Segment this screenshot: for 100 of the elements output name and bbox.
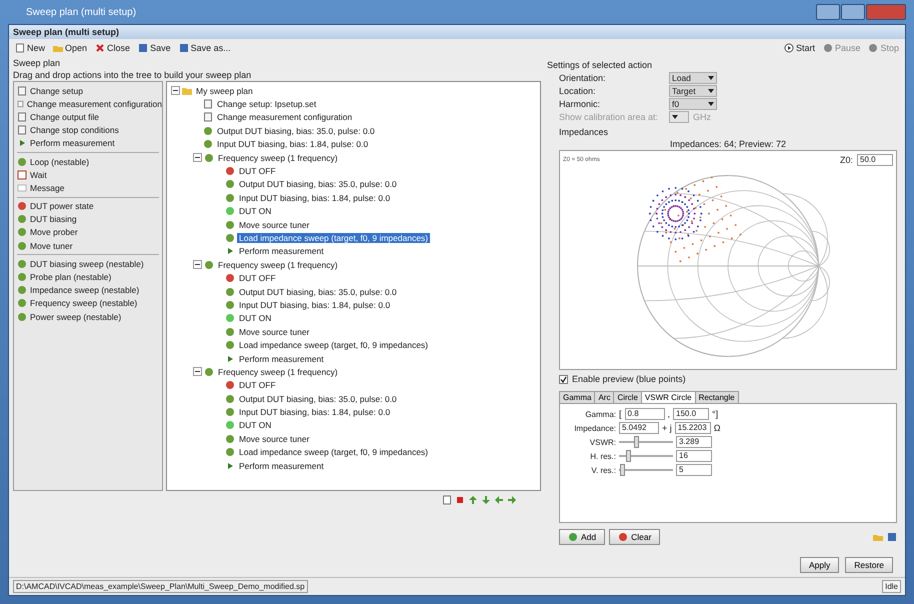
tab[interactable]: Rectangle — [694, 391, 739, 404]
unit-label: Ω — [714, 422, 720, 434]
z0-label: Z0: — [840, 154, 853, 166]
tree-item[interactable]: DUT OFF — [237, 273, 278, 284]
palette-item[interactable]: Impedance sweep (nestable) — [30, 285, 140, 296]
tree-item[interactable]: Perform measurement — [237, 460, 326, 471]
tree-item[interactable]: Move source tuner — [237, 434, 312, 444]
maximize-button[interactable] — [841, 4, 865, 20]
slider-thumb[interactable] — [626, 450, 632, 462]
dialog-button[interactable]: Apply — [800, 557, 840, 573]
slider-thumb[interactable] — [634, 436, 639, 448]
tree-item[interactable]: DUT ON — [237, 420, 274, 430]
tree-item[interactable]: Input DUT biasing, bias: 1.84, pulse: 0.0 — [215, 139, 370, 150]
tab[interactable]: VSWR Circle — [640, 391, 696, 404]
palette-item[interactable]: Perform measurement — [30, 138, 115, 148]
dialog-button[interactable]: Restore — [845, 557, 893, 573]
palette-item[interactable]: Loop (nestable) — [30, 156, 90, 167]
caret-icon — [708, 102, 714, 106]
tree-item[interactable]: DUT OFF — [237, 380, 278, 390]
toolbar-button[interactable]: Close — [93, 43, 132, 53]
tree-item[interactable]: Input DUT biasing, bias: 1.84, pulse: 0.0 — [237, 407, 392, 418]
page-icon — [442, 495, 452, 505]
tree-item[interactable]: Output DUT biasing, bias: 35.0, pulse: 0.0 — [237, 179, 399, 190]
palette-item[interactable]: Change measurement configuration — [26, 98, 162, 109]
palette-item[interactable]: DUT biasing sweep (nestable) — [30, 258, 144, 269]
collapse-icon[interactable] — [193, 260, 202, 270]
tree-item[interactable]: Input DUT biasing, bias: 1.84, pulse: 0.0 — [237, 300, 392, 310]
palette-item[interactable]: Wait — [30, 170, 47, 180]
play-icon — [225, 460, 235, 471]
toolbar-button[interactable]: Save — [136, 43, 173, 53]
play-icon — [784, 43, 794, 53]
value-field[interactable]: 3.289 — [676, 436, 712, 448]
angle-field[interactable]: 150.0 — [673, 408, 710, 420]
tree-item[interactable]: Input DUT biasing, bias: 1.84, pulse: 0.0 — [237, 192, 392, 203]
tree-item[interactable]: Load impedance sweep (target, f0, 9 impedances) — [237, 340, 430, 350]
tree-item[interactable]: Output DUT biasing, bias: 35.0, pulse: 0.0 — [237, 286, 399, 297]
field-label: Gamma: — [584, 410, 616, 418]
palette-item[interactable]: Move tuner — [30, 240, 73, 251]
tree-item[interactable]: DUT ON — [237, 313, 274, 324]
tree-item[interactable]: Output DUT biasing, bias: 35.0, pulse: 0.0 — [215, 126, 377, 136]
tree-item[interactable]: DUT ON — [237, 206, 274, 216]
dropdown[interactable]: f0 — [669, 98, 717, 110]
palette-item[interactable]: Power sweep (nestable) — [30, 312, 122, 322]
tree-item[interactable]: Change measurement configuration — [215, 112, 354, 122]
collapse-icon[interactable] — [193, 367, 202, 376]
run-button[interactable]: Start — [782, 43, 817, 53]
slider-thumb[interactable] — [620, 464, 625, 476]
tree-item[interactable]: Output DUT biasing, bias: 35.0, pulse: 0.0 — [237, 394, 399, 404]
z0-field[interactable]: 50.0 — [857, 154, 893, 166]
folder-icon — [53, 43, 64, 53]
palette-item[interactable]: Change setup — [30, 86, 83, 96]
minimize-button[interactable] — [816, 4, 840, 20]
floppy-icon — [887, 532, 897, 542]
palette-item[interactable]: DUT power state — [30, 201, 94, 212]
tree-item[interactable]: Frequency sweep (1 frequency) — [216, 152, 340, 163]
dropdown[interactable] — [669, 110, 689, 122]
tree-item[interactable]: My sweep plan — [194, 86, 255, 96]
separator-text: + j — [662, 422, 672, 434]
toolbar-button[interactable]: New — [13, 43, 48, 53]
play-icon — [17, 138, 27, 148]
tree-item[interactable]: Perform measurement — [237, 354, 326, 364]
toolbar-button[interactable]: Save as... — [176, 43, 233, 53]
arrow-up-icon — [468, 495, 478, 505]
palette-item[interactable]: Probe plan (nestable) — [30, 272, 112, 282]
document-icon — [17, 125, 27, 136]
magnitude-field[interactable]: 0.8 — [624, 408, 665, 420]
caret-icon — [708, 76, 714, 80]
tab[interactable]: Gamma — [559, 391, 596, 404]
tree-item[interactable]: Move source tuner — [237, 220, 312, 230]
action-button[interactable]: Clear — [609, 529, 660, 545]
section-title: Sweep plan — [13, 57, 62, 69]
tree-item[interactable]: DUT OFF — [237, 166, 278, 176]
tree-item[interactable]: Change setup: Ipsetup.set — [215, 99, 318, 110]
action-button[interactable]: Add — [559, 529, 606, 545]
palette-item[interactable]: Message — [30, 182, 64, 193]
tree-item[interactable]: Load impedance sweep (target, f0, 9 impedances) — [237, 447, 430, 458]
checkbox[interactable] — [559, 374, 568, 384]
palette-item[interactable]: Change stop conditions — [30, 125, 119, 136]
palette-item[interactable]: Frequency sweep (nestable) — [30, 298, 138, 308]
palette-item[interactable]: Move prober — [30, 227, 78, 238]
imaginary-field[interactable]: 15.2203 — [674, 422, 711, 434]
section-title: Settings of selected action — [547, 59, 654, 71]
value-field[interactable]: 16 — [676, 450, 712, 462]
palette-item[interactable]: Change output file — [30, 112, 99, 122]
tree-item[interactable]: Load impedance sweep (target, f0, 9 impedances) — [237, 232, 430, 243]
dropdown[interactable]: Load — [669, 72, 717, 84]
tree-item[interactable]: Frequency sweep (1 frequency) — [216, 260, 340, 270]
tree-item[interactable]: Perform measurement — [237, 246, 326, 256]
dropdown[interactable]: Target — [669, 84, 717, 96]
tree-item[interactable]: Move source tuner — [237, 326, 312, 337]
separator-text: , — [668, 408, 670, 420]
palette-item[interactable]: DUT biasing — [30, 214, 77, 224]
tree-item[interactable]: Frequency sweep (1 frequency) — [216, 366, 340, 377]
group-title: Impedances — [559, 126, 610, 138]
collapse-icon[interactable] — [171, 86, 180, 96]
value-field[interactable]: 5 — [676, 464, 712, 476]
real-field[interactable]: 5.0492 — [619, 422, 659, 434]
collapse-icon[interactable] — [193, 153, 202, 162]
toolbar-button[interactable]: Open — [51, 43, 90, 53]
caret-icon — [672, 114, 678, 118]
